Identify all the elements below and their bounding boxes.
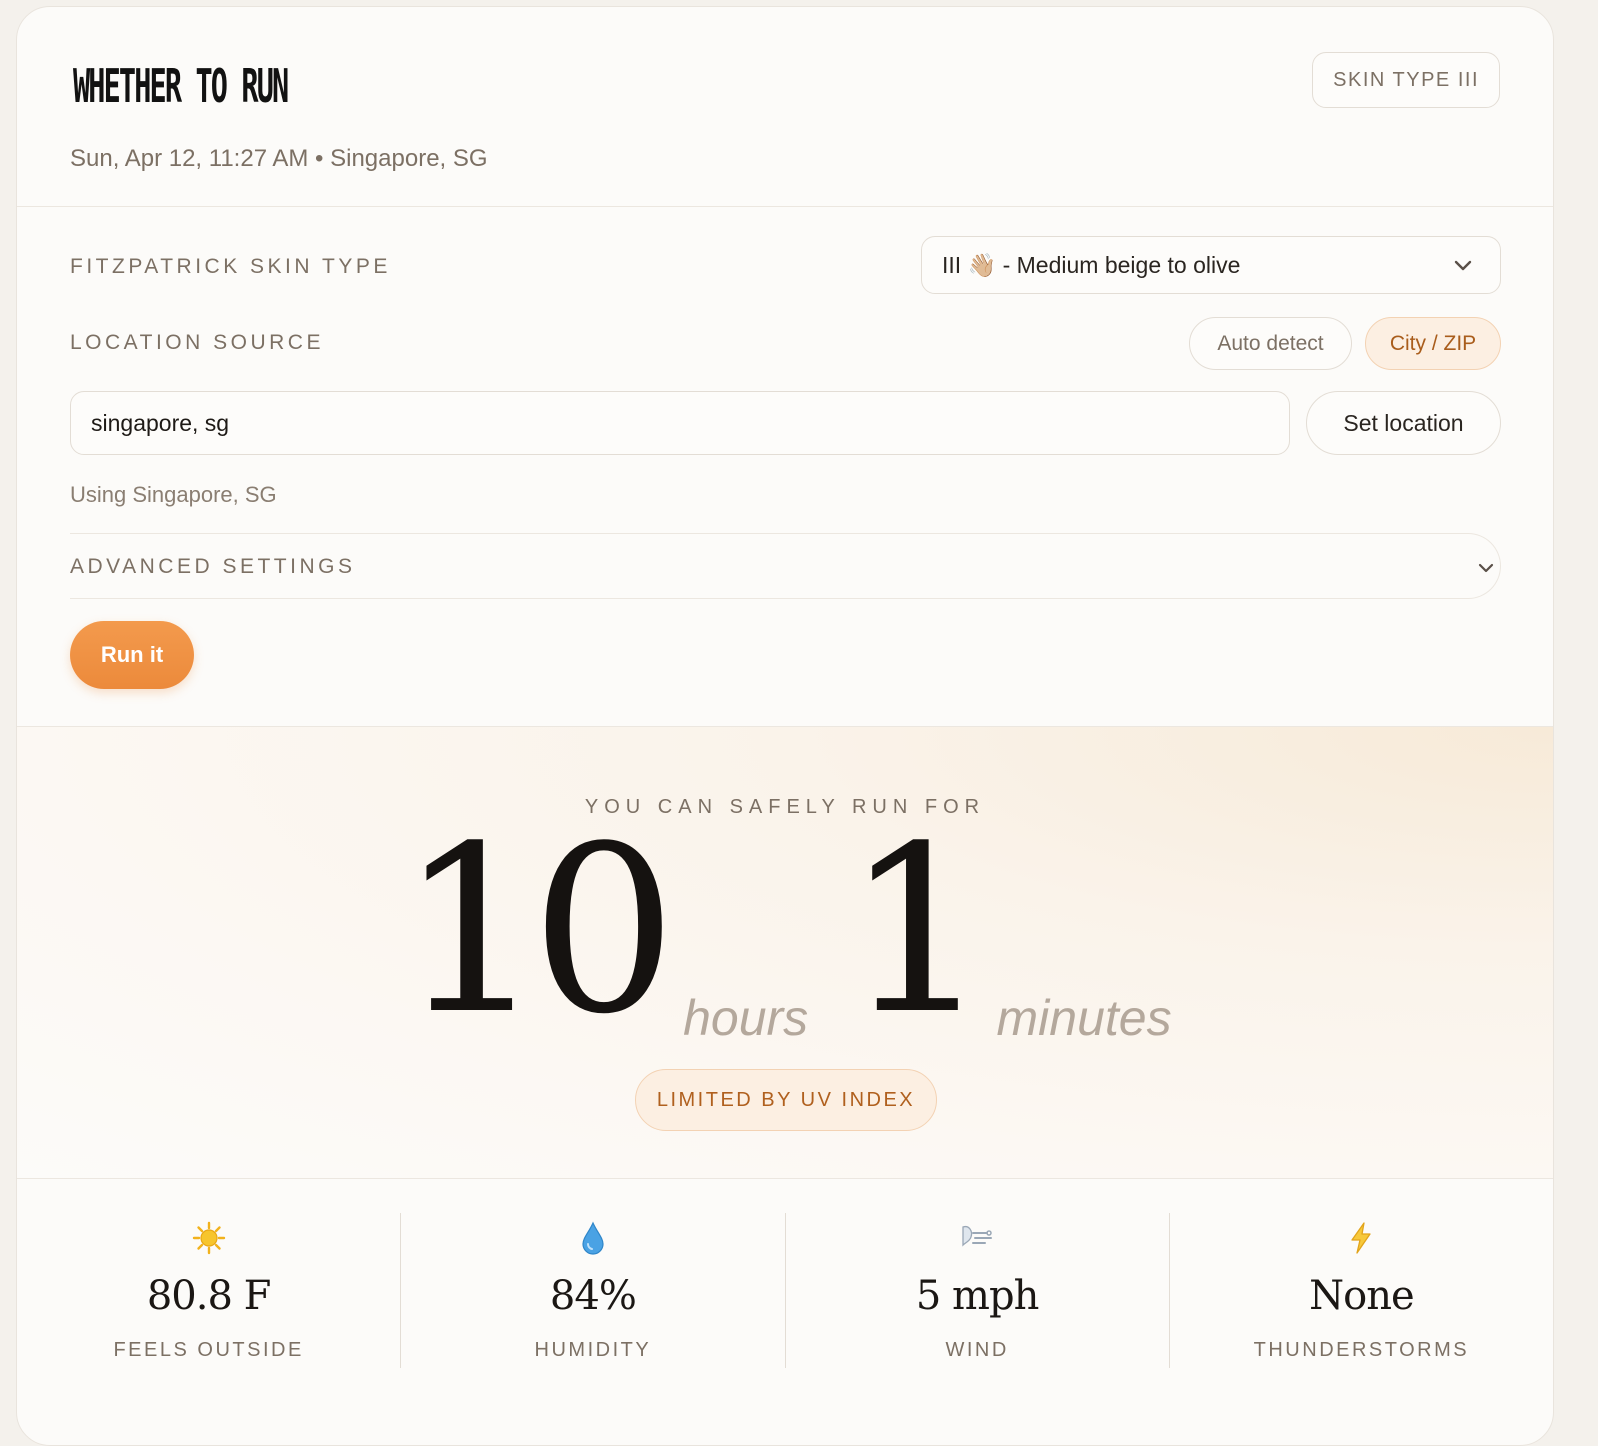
skin-type-select[interactable]: III 👋🏼 - Medium beige to olive	[921, 236, 1501, 294]
stat-value: 80.8 F	[146, 1273, 272, 1319]
minutes-value: 1	[844, 798, 990, 1065]
chevron-down-icon	[1452, 254, 1474, 282]
app-card: WHETHER TO RUN Sun, Apr 12, 11:27 AM • S…	[16, 6, 1554, 1446]
chevron-down-icon	[1476, 558, 1496, 583]
location-source-label: LOCATION SOURCE	[70, 331, 324, 354]
stat-thunderstorms: None THUNDERSTORMS	[1168, 1213, 1553, 1368]
auto-detect-button[interactable]: Auto detect	[1189, 317, 1352, 370]
stat-feels-outside: 80.8 F FEELS OUTSIDE	[17, 1213, 400, 1368]
app-title: WHETHER TO RUN	[73, 59, 289, 113]
droplet-icon	[401, 1221, 784, 1255]
wind-icon	[786, 1221, 1169, 1255]
stat-wind: 5 mph WIND	[784, 1213, 1169, 1368]
lightning-icon	[1170, 1221, 1553, 1255]
result-caption: YOU CAN SAFELY RUN FOR	[584, 796, 986, 818]
stat-label: HUMIDITY	[534, 1339, 652, 1361]
skin-type-selected-value: III 👋🏼 - Medium beige to olive	[942, 251, 1241, 278]
hours-unit: hours	[683, 990, 809, 1046]
result-panel: YOU CAN SAFELY RUN FOR 10 hours 1 minute…	[17, 727, 1553, 1179]
hours-value: 10	[398, 798, 677, 1065]
set-location-button[interactable]: Set location	[1306, 391, 1501, 455]
advanced-settings-toggle[interactable]: ADVANCED SETTINGS	[70, 533, 1501, 599]
skin-type-badge: SKIN TYPE III	[1312, 52, 1500, 108]
header: WHETHER TO RUN Sun, Apr 12, 11:27 AM • S…	[17, 7, 1553, 207]
sun-icon	[17, 1221, 400, 1255]
location-input[interactable]	[70, 391, 1290, 455]
skin-type-label: FITZPATRICK SKIN TYPE	[70, 255, 391, 278]
date-location-subtitle: Sun, Apr 12, 11:27 AM • Singapore, SG	[70, 145, 488, 172]
stat-label: WIND	[945, 1339, 1009, 1361]
stat-label: THUNDERSTORMS	[1253, 1339, 1470, 1361]
minutes-unit: minutes	[996, 990, 1172, 1046]
stat-value: 5 mph	[915, 1273, 1039, 1319]
run-it-button[interactable]: Run it	[70, 621, 194, 689]
stat-value: 84%	[549, 1273, 637, 1319]
conditions-stats: 80.8 F FEELS OUTSIDE 84% HUMIDITY 5 mph …	[17, 1179, 1553, 1429]
advanced-settings-label: ADVANCED SETTINGS	[70, 555, 356, 578]
duration-display: 10 hours 1 minutes	[17, 798, 1553, 1065]
using-location-text: Using Singapore, SG	[70, 482, 277, 507]
stat-label: FEELS OUTSIDE	[113, 1339, 304, 1361]
limiting-factor-badge: LIMITED BY UV INDEX	[635, 1069, 937, 1131]
settings-panel: FITZPATRICK SKIN TYPE III 👋🏼 - Medium be…	[17, 207, 1553, 727]
stat-value: None	[1309, 1273, 1415, 1319]
stat-humidity: 84% HUMIDITY	[400, 1213, 784, 1368]
city-zip-button[interactable]: City / ZIP	[1365, 317, 1501, 370]
